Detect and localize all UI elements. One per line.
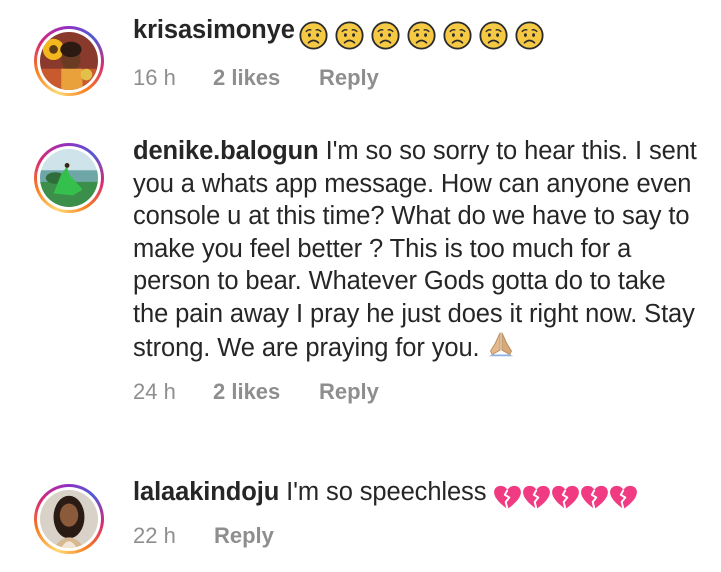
comment-time: 24 h — [133, 378, 176, 404]
avatar[interactable] — [34, 143, 104, 213]
green-dress-landscape-avatar — [40, 149, 98, 207]
comment-text: denike.balogun I'm so so sorry to hear t… — [133, 135, 703, 365]
broken-heart-icon — [551, 485, 580, 510]
avatar[interactable] — [34, 26, 104, 96]
username[interactable]: lalaakindoju — [133, 478, 279, 506]
comment-message: I'm so so sorry to hear this. I sent you… — [133, 137, 697, 362]
likes-count[interactable]: 2 likes — [213, 63, 319, 93]
avatar-border — [37, 487, 101, 551]
worried-face-icon — [299, 21, 328, 50]
comment-meta: 24 h 2 likes Reply — [133, 377, 713, 407]
worried-face-icon — [515, 21, 544, 50]
avatar[interactable] — [34, 484, 104, 554]
reply-button[interactable]: Reply — [319, 377, 379, 407]
broken-heart-icon — [609, 485, 638, 510]
avatar-image — [40, 490, 98, 548]
username[interactable]: krisasimonye — [133, 16, 295, 44]
broken-heart-icon — [580, 485, 609, 510]
comment-meta: 16 h 2 likes Reply — [133, 63, 713, 93]
broken-heart-icon — [522, 485, 551, 510]
worried-face-icon — [371, 21, 400, 50]
worried-face-icon — [479, 21, 508, 50]
folded-hands-icon — [487, 330, 515, 358]
reply-button[interactable]: Reply — [319, 63, 379, 93]
reply-button[interactable]: Reply — [214, 521, 274, 551]
comment-meta: 22 h Reply — [133, 521, 713, 551]
avatar-border — [37, 146, 101, 210]
woman-portrait-avatar — [40, 490, 98, 548]
woman-with-sunflower-avatar — [40, 32, 98, 90]
comment-time: 22 h — [133, 522, 176, 548]
comment-text: krisasimonye — [133, 14, 713, 51]
comment-message: I'm so speechless — [279, 478, 494, 506]
avatar-image — [40, 32, 98, 90]
comment-time: 16 h — [133, 64, 176, 90]
username[interactable]: denike.balogun — [133, 137, 319, 165]
comment-body: denike.balogun I'm so so sorry to hear t… — [133, 135, 713, 407]
worried-face-icon — [443, 21, 472, 50]
emoji-row — [299, 18, 544, 51]
worried-face-icon — [407, 21, 436, 50]
avatar-border — [37, 29, 101, 93]
avatar-image — [40, 149, 98, 207]
worried-face-icon — [335, 21, 364, 50]
comment-body: lalaakindoju I'm so speechless 22 h Reply — [133, 476, 713, 551]
comment-body: krisasimonye 16 h 2 likes Reply — [133, 14, 713, 93]
broken-heart-icon — [493, 485, 522, 510]
comment-text: lalaakindoju I'm so speechless — [133, 476, 713, 513]
likes-count[interactable]: 2 likes — [213, 377, 319, 407]
emoji-row — [493, 480, 638, 513]
